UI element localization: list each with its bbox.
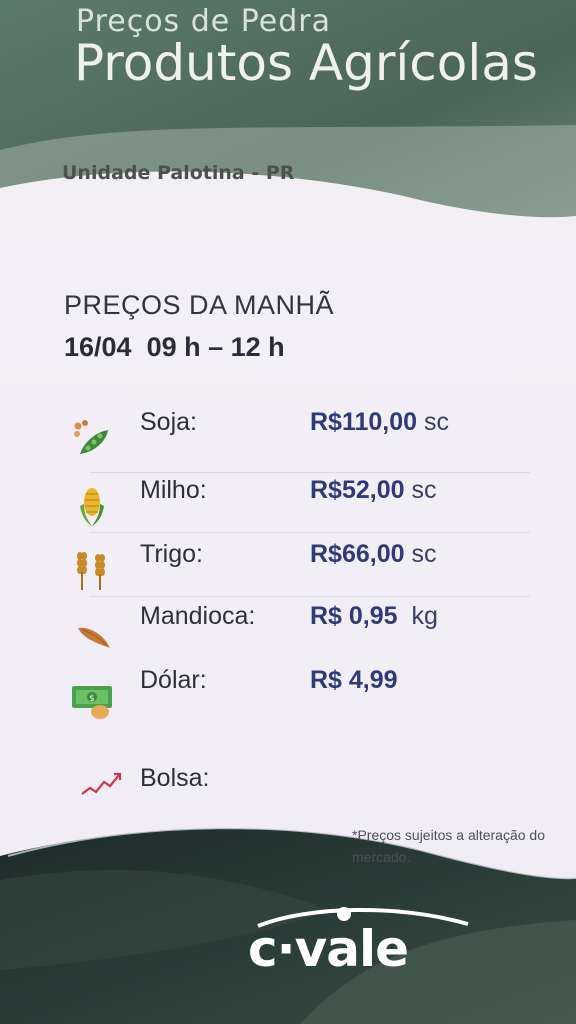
price-unit: sc <box>411 540 437 568</box>
stock-chart-icon <box>81 772 122 795</box>
price-value: R$52,00 sc <box>310 476 436 505</box>
soy-icon <box>74 420 108 454</box>
row-divider <box>90 596 530 597</box>
price-amount: R$ 4,99 <box>310 666 398 694</box>
price-row-soja: Soja: R$110,00 sc <box>70 408 490 468</box>
price-amount: R$52,00 <box>310 476 405 504</box>
wheat-icon <box>77 552 105 590</box>
unit-location-label: Unidade Palotina - PR <box>62 162 295 184</box>
price-value: R$ 4,99 <box>310 666 398 695</box>
session-date-time: 16/04 09 h – 12 h <box>64 332 285 362</box>
svg-text:$: $ <box>89 694 95 704</box>
price-value: R$66,00 sc <box>310 540 436 569</box>
price-amount: R$110,00 <box>310 408 418 436</box>
price-board-screen: Preços de Pedra Produtos Agrícolas Unida… <box>0 0 576 1024</box>
price-row-dolar: $ Dólar: R$ 4,99 <box>70 666 490 726</box>
dollar-icon: $ <box>72 686 112 719</box>
price-row-bolsa: Bolsa: <box>70 764 490 824</box>
price-row-milho: Milho: R$52,00 sc <box>70 476 490 536</box>
price-disclaimer: *Preços sujeitos a alteração do mercado. <box>352 827 545 865</box>
price-unit: sc <box>424 408 449 436</box>
price-amount: R$ 0,95 <box>310 602 398 630</box>
price-label: Dólar: <box>140 666 207 694</box>
session-label: PREÇOS DA MANHÃ <box>64 290 335 320</box>
price-label: Mandioca: <box>140 602 256 630</box>
price-label: Bolsa: <box>140 764 210 792</box>
corn-icon <box>80 488 104 526</box>
cvale-logo: c·vale <box>248 900 478 990</box>
cassava-icon <box>78 627 110 648</box>
price-row-mandioca: Mandioca: R$ 0,95 kg <box>70 602 490 662</box>
brand-name: c·vale <box>248 920 409 978</box>
price-value: R$110,00 sc <box>310 408 449 437</box>
price-unit: sc <box>411 476 437 504</box>
price-label: Trigo: <box>140 540 203 568</box>
header-title: Produtos Agrícolas <box>74 34 538 92</box>
price-unit: kg <box>411 602 438 630</box>
row-divider <box>90 472 530 473</box>
price-label: Soja: <box>140 408 197 436</box>
price-amount: R$66,00 <box>310 540 405 568</box>
row-divider <box>90 532 530 533</box>
price-row-trigo: Trigo: R$66,00 sc <box>70 540 490 600</box>
price-label: Milho: <box>140 476 207 504</box>
price-value: R$ 0,95 kg <box>310 602 438 631</box>
